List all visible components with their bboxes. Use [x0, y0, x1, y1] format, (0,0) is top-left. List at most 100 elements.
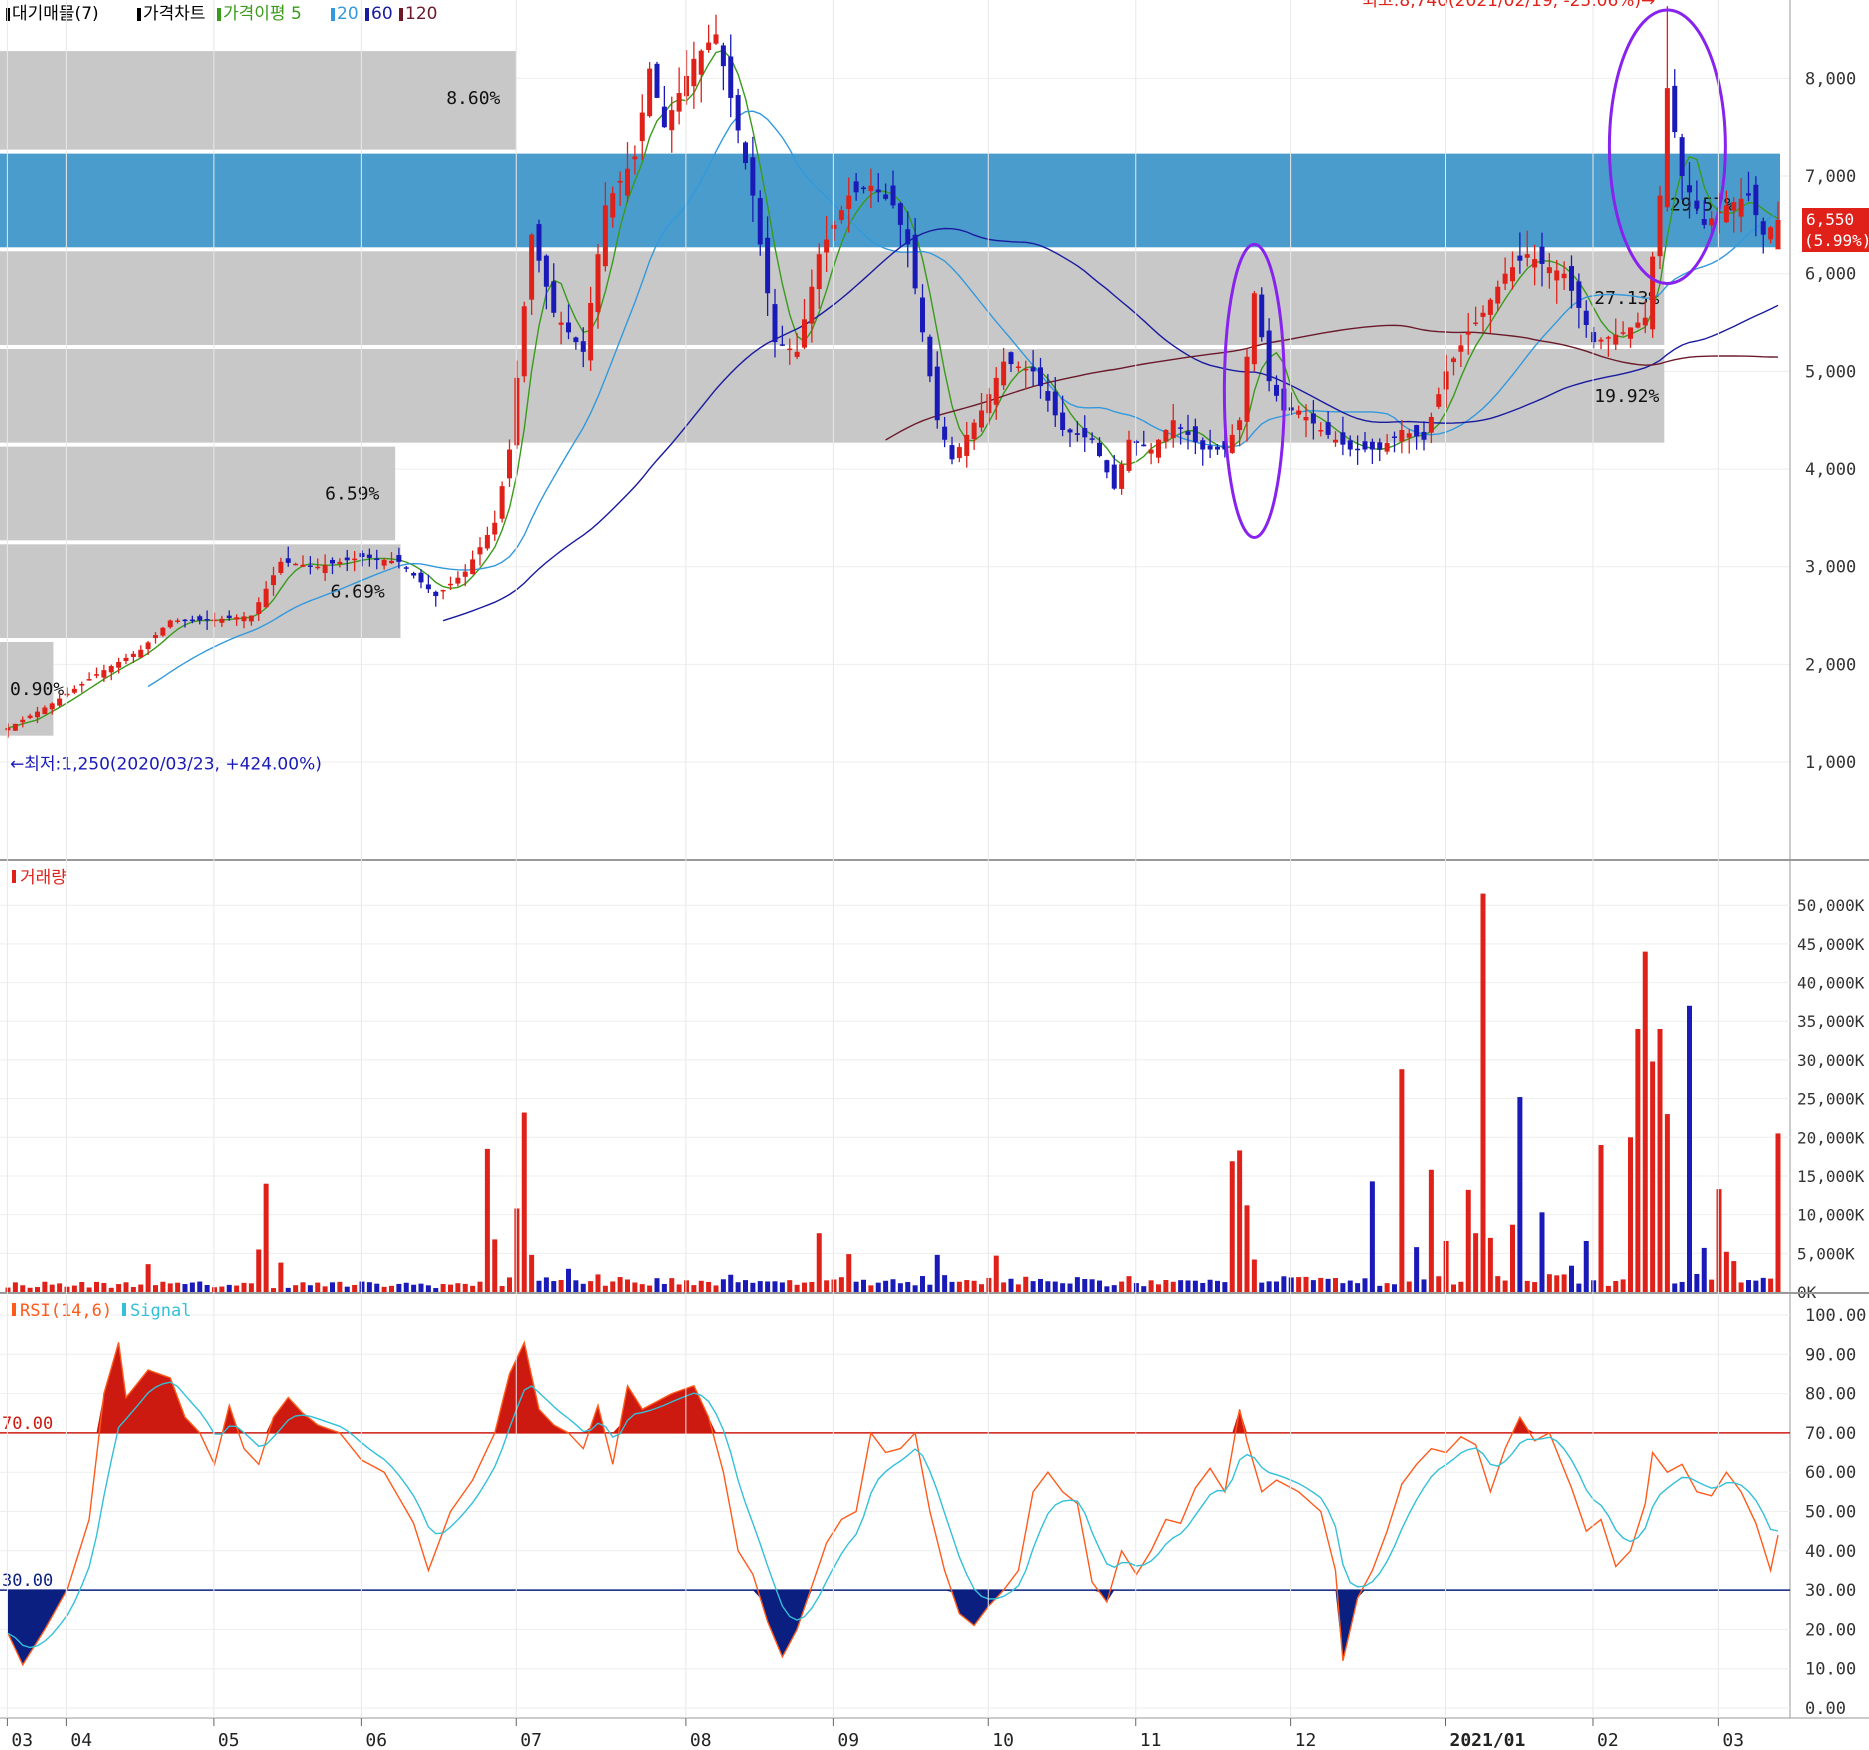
x-tick-label: 06	[365, 1730, 387, 1750]
candle-body	[49, 703, 55, 710]
volume-bar	[772, 1281, 778, 1292]
legend-item: 가격차트	[143, 4, 206, 24]
candle-body	[1569, 266, 1574, 291]
volume-bar	[425, 1285, 431, 1292]
volume-panel: 0K5,000K10,000K15,000K20,000K25,000K30,0…	[0, 868, 1869, 1302]
candle-body	[1340, 432, 1346, 445]
candle-body	[853, 181, 859, 193]
candle-body	[1038, 367, 1043, 387]
candle-body	[1148, 449, 1154, 454]
candle-body	[1008, 352, 1014, 365]
rsi-oversold-label: 30.00	[2, 1571, 53, 1591]
rsi-overbought-label: 70.00	[2, 1414, 53, 1434]
volume-bar	[1355, 1283, 1361, 1292]
candle-body	[1369, 441, 1375, 450]
candle-body	[750, 157, 756, 196]
candle-body	[1679, 137, 1685, 177]
volume-bar	[212, 1287, 217, 1292]
rsi-tick-label: 20.00	[1805, 1620, 1856, 1640]
supply-zone	[0, 153, 1780, 248]
volume-bar	[1613, 1280, 1619, 1292]
candle-body	[1111, 464, 1117, 489]
rsi-tick-label: 40.00	[1805, 1542, 1856, 1562]
candle-body	[285, 558, 291, 563]
candle-body	[396, 555, 402, 562]
candle-body	[1723, 205, 1729, 223]
candle-body	[492, 522, 498, 535]
volume-bar	[529, 1254, 535, 1292]
volume-bar	[389, 1285, 394, 1292]
candle-body	[816, 254, 822, 290]
candle-body	[1605, 337, 1611, 339]
price-tick-label: 7,000	[1805, 167, 1856, 187]
candle-body	[455, 577, 461, 584]
signal-legend-marker	[122, 1303, 126, 1316]
x-tick-label: 09	[837, 1730, 859, 1750]
volume-bar	[94, 1281, 99, 1292]
candle-body	[964, 434, 970, 456]
candle-body	[1384, 443, 1390, 452]
volume-bar	[551, 1281, 557, 1292]
candle-body	[787, 348, 793, 351]
candle-body	[425, 584, 431, 590]
candle-body	[145, 642, 151, 650]
price-tick-label: 6,000	[1805, 265, 1856, 285]
candle-body	[1524, 254, 1530, 258]
volume-bar	[868, 1285, 874, 1292]
volume-bar	[1200, 1282, 1206, 1292]
volume-bar	[1185, 1280, 1191, 1292]
volume-bar	[20, 1285, 26, 1292]
candle-body	[322, 565, 328, 574]
candle-body	[1672, 85, 1678, 133]
candle-body	[897, 203, 903, 225]
candle-body	[625, 168, 630, 196]
candle-body	[691, 58, 697, 87]
volume-bar	[1731, 1261, 1737, 1292]
candle-body	[1694, 200, 1700, 209]
candle-body	[278, 561, 284, 573]
volume-bar	[566, 1268, 571, 1292]
volume-bar	[1229, 1161, 1235, 1292]
volume-bar	[956, 1281, 962, 1292]
volume-bar	[1539, 1212, 1545, 1292]
rsi-tick-label: 60.00	[1805, 1463, 1856, 1483]
volume-bar	[1333, 1278, 1338, 1292]
volume-bar	[1288, 1277, 1294, 1292]
candle-body	[883, 194, 889, 199]
volume-bar	[108, 1287, 114, 1292]
volume-bar	[71, 1285, 77, 1292]
price-tick-label: 5,000	[1805, 362, 1856, 382]
volume-bar	[617, 1277, 623, 1292]
volume-bar	[182, 1284, 188, 1292]
candle-body	[661, 106, 667, 128]
x-tick-label: 04	[70, 1730, 92, 1750]
volume-bar	[42, 1281, 48, 1292]
volume-bar	[1657, 1028, 1663, 1292]
x-tick-label: 02	[1597, 1730, 1619, 1750]
volume-bar	[1591, 1280, 1597, 1292]
candle-body	[1399, 430, 1405, 442]
candle-body	[757, 198, 763, 245]
volume-bar	[802, 1282, 807, 1292]
volume-bar	[101, 1282, 107, 1292]
candle-body	[595, 254, 601, 313]
candle-body	[116, 661, 122, 668]
volume-bar	[1716, 1189, 1722, 1292]
candle-body	[1642, 317, 1648, 326]
candle-body	[79, 683, 85, 686]
volume-bar	[219, 1286, 225, 1292]
volume-bar	[1281, 1276, 1287, 1292]
candle-body	[1635, 322, 1641, 328]
candle-body	[602, 205, 608, 267]
volume-bar	[1753, 1280, 1759, 1292]
candle-body	[617, 180, 623, 183]
volume-bar	[1001, 1282, 1007, 1292]
volume-bar	[676, 1284, 682, 1292]
candle-body	[1259, 294, 1265, 338]
candle-body	[676, 93, 682, 112]
candle-body	[130, 653, 136, 657]
volume-bar	[1672, 1283, 1678, 1292]
volume-bar	[993, 1255, 999, 1292]
volume-bar	[713, 1285, 719, 1292]
candle-body	[956, 447, 962, 458]
